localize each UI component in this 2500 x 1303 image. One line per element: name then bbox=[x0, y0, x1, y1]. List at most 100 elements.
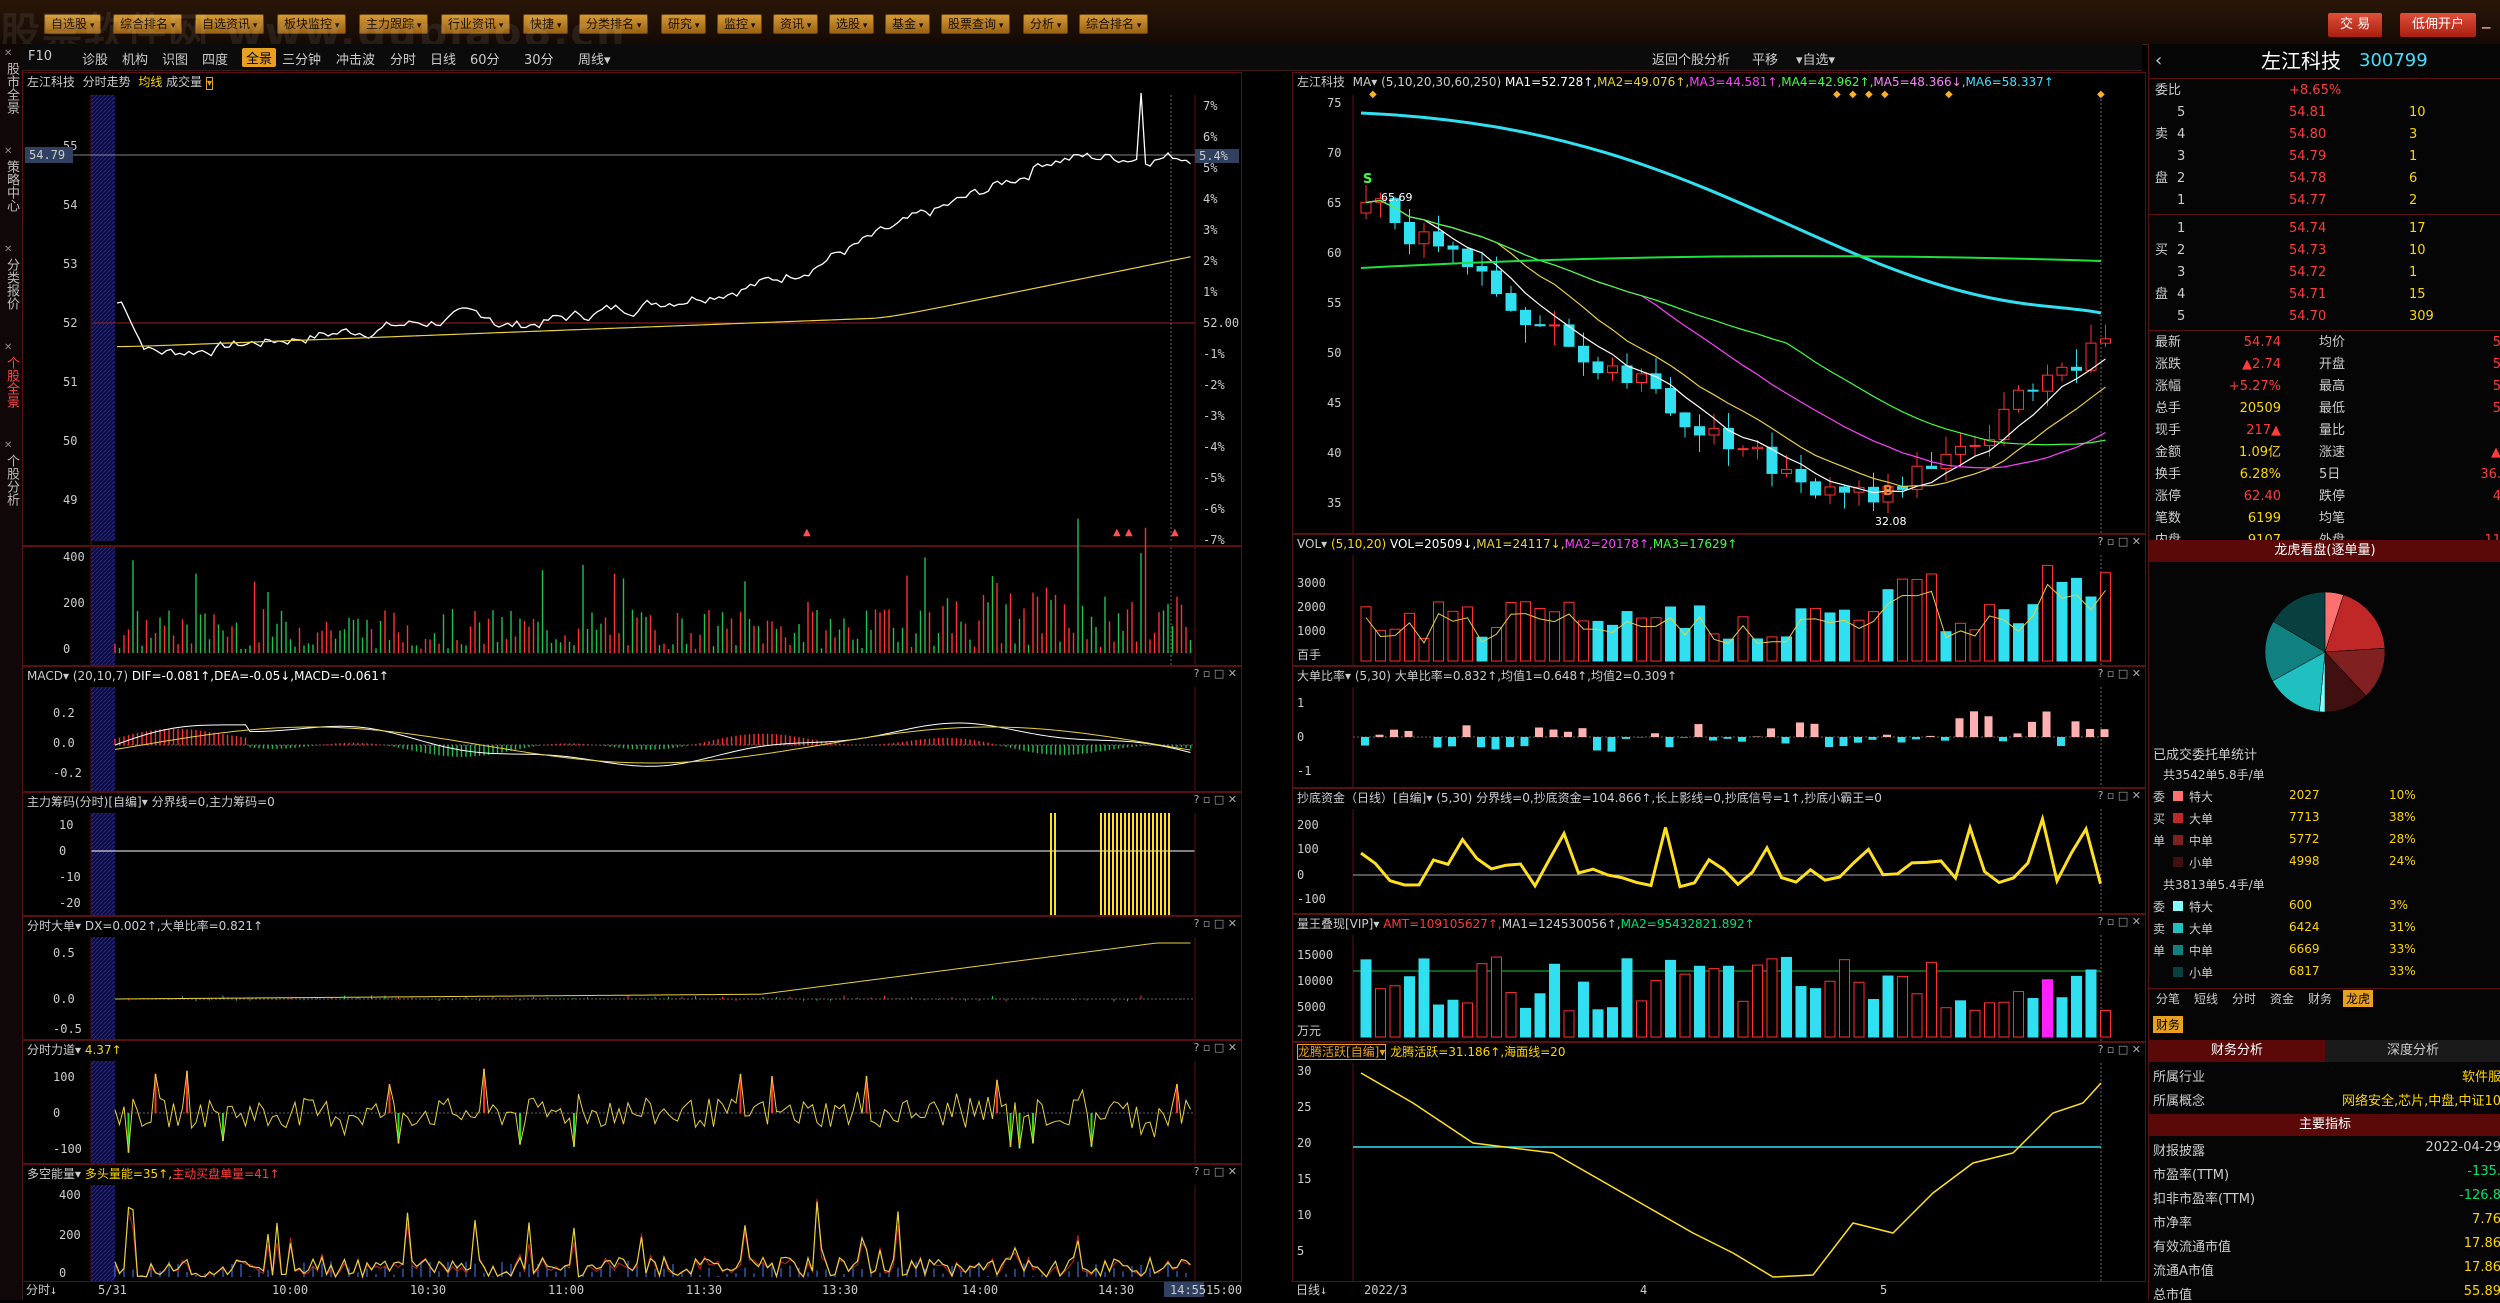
vtab-item[interactable]: 股市全景 bbox=[0, 62, 22, 114]
ratio-bar bbox=[1680, 737, 1688, 738]
vol-bar bbox=[1477, 637, 1487, 661]
ratio-bar bbox=[2028, 722, 2036, 737]
top-menu-item[interactable]: 股票查询 bbox=[941, 14, 1010, 34]
quote-row: 笔数6199均笔 bbox=[2149, 508, 2500, 530]
top-menu-item[interactable]: 分析 bbox=[1023, 14, 1068, 34]
top-menu-item[interactable]: 综合排名 bbox=[1079, 14, 1148, 34]
quote-value: 6.28% bbox=[2240, 464, 2281, 486]
lwdx-chart: 15000100005000万元 bbox=[1293, 915, 2145, 1041]
quote-row: 涨幅+5.27%最高5 bbox=[2149, 376, 2500, 398]
vtab-item[interactable]: 分类报价 bbox=[0, 258, 22, 310]
toolbar-item[interactable]: 四度 bbox=[202, 49, 228, 68]
fin-value: 2022-04-29 bbox=[2425, 1140, 2500, 1155]
ratio-bar bbox=[1593, 737, 1601, 750]
x-tick: 5/31 bbox=[98, 1283, 127, 1297]
amt-bar bbox=[1666, 960, 1676, 1037]
candle-body bbox=[1695, 427, 1705, 435]
candle-body bbox=[1970, 445, 1980, 446]
top-menu-item[interactable]: 选股 bbox=[829, 14, 874, 34]
info-tab[interactable]: 财务 bbox=[2305, 990, 2335, 1007]
fsdd-axis-tick: 0.5 bbox=[53, 946, 75, 960]
back-icon[interactable]: ‹ bbox=[2155, 50, 2162, 72]
top-menu-item[interactable]: 资讯 bbox=[773, 14, 818, 34]
quote-label: 均笔 bbox=[2319, 508, 2345, 530]
sub-tab-deep[interactable]: 深度分析 bbox=[2325, 1040, 2500, 1062]
toolbar-item[interactable]: 全景 bbox=[242, 48, 276, 67]
zlcm-panel: 主力筹码(分时)[自编]▾ 分界线=0,主力筹码=0 ? ▫ □ ✕ 100-1… bbox=[22, 792, 1242, 916]
info-tab[interactable]: 分时 bbox=[2229, 990, 2259, 1007]
x-tick: 5 bbox=[1880, 1283, 1887, 1297]
toolbar-item[interactable]: 30分 bbox=[524, 49, 554, 68]
long-energy-line bbox=[115, 1202, 1191, 1277]
toolbar-item[interactable]: 日线 bbox=[430, 49, 456, 68]
legend-swatch bbox=[2173, 945, 2183, 955]
y-left-tick: 49 bbox=[63, 493, 77, 507]
info-tab[interactable]: 资金 bbox=[2267, 990, 2297, 1007]
trade-button[interactable]: 交 易 bbox=[2328, 13, 2382, 37]
top-menu-item[interactable]: 监控 bbox=[717, 14, 762, 34]
vtab-item[interactable]: 策略中心 bbox=[0, 160, 22, 212]
finance-tab[interactable]: 财务 bbox=[2153, 1016, 2183, 1033]
legend-swatch bbox=[2173, 923, 2183, 933]
minimize-icon[interactable]: ▁ bbox=[2482, 16, 2490, 29]
candle-body bbox=[1434, 232, 1444, 246]
vol-bar bbox=[1448, 611, 1458, 661]
ratio-bar bbox=[1985, 716, 1993, 737]
cdzj-panel: 抄底资金（日线）[自编]▾ (5,30) 分界线=0,抄底资金=104.866↑… bbox=[1292, 788, 2146, 914]
toolbar-item[interactable]: F10 bbox=[28, 49, 52, 64]
top-menu-item[interactable]: 研究 bbox=[661, 14, 706, 34]
toolbar-item[interactable]: 三分钟 bbox=[282, 49, 321, 68]
vtab-item[interactable]: 个股全景 bbox=[0, 356, 22, 408]
toolbar-item[interactable]: 分时 bbox=[390, 49, 416, 68]
candle-body bbox=[1840, 487, 1850, 492]
amt-bar bbox=[1927, 962, 1937, 1037]
info-tab[interactable]: 分笔 bbox=[2153, 990, 2183, 1007]
open-account-button[interactable]: 低佣开户 bbox=[2400, 13, 2476, 37]
toolbar-item[interactable]: 机构 bbox=[122, 49, 148, 68]
toolbar-item[interactable]: 60分 bbox=[470, 49, 500, 68]
amt-bar bbox=[2043, 980, 2053, 1037]
ma20-line bbox=[1366, 201, 2106, 468]
toolbar-item[interactable]: 周线▾ bbox=[578, 49, 611, 68]
sub-tab-finance[interactable]: 财务分析 bbox=[2149, 1040, 2325, 1062]
toolbar-right-item[interactable]: 返回个股分析 bbox=[1652, 49, 1730, 68]
daily-volume-chart: 300020001000百手 bbox=[1293, 535, 2145, 665]
vtab-item[interactable]: 个股分析 bbox=[0, 454, 22, 506]
intraday-chart: 555453525150497%6%5%4%3%2%1%-1%-2%-3%-4%… bbox=[23, 73, 1241, 545]
info-tab[interactable]: 龙虎 bbox=[2343, 990, 2373, 1007]
tab-close-icon[interactable]: ✕ bbox=[4, 440, 12, 451]
dkn-axis-tick: 200 bbox=[59, 1228, 81, 1242]
vol-bar bbox=[1419, 638, 1429, 661]
y-tick: 10 bbox=[1297, 1208, 1311, 1222]
daily-volume-panel: VOL▾ (5,10,20) VOL=20509↓,MA1=24117↓,MA2… bbox=[1292, 534, 2146, 666]
ratio-bar bbox=[2057, 737, 2065, 746]
vol-axis-tick: 0 bbox=[63, 642, 70, 656]
sell-row-cell: 卖 bbox=[2155, 124, 2168, 146]
candle-body bbox=[1521, 310, 1531, 324]
tab-close-icon[interactable]: ✕ bbox=[4, 146, 12, 157]
fin-value: -126.8 bbox=[2459, 1188, 2500, 1203]
order-pie-chart bbox=[2149, 562, 2500, 742]
y-right-tick: 7% bbox=[1203, 99, 1218, 113]
tab-close-icon[interactable]: ✕ bbox=[4, 342, 12, 353]
candle-body bbox=[1637, 374, 1647, 383]
info-tab[interactable]: 短线 bbox=[2191, 990, 2221, 1007]
tab-close-icon[interactable]: ✕ bbox=[4, 244, 12, 255]
candle-body bbox=[1869, 487, 1879, 502]
amt-bar bbox=[1840, 960, 1850, 1037]
toolbar-item[interactable]: 识图 bbox=[162, 49, 188, 68]
toolbar-item[interactable]: 诊股 bbox=[82, 49, 108, 68]
y-right-tick: 6% bbox=[1203, 130, 1218, 144]
toolbar-right-item[interactable]: ▾自选▾ bbox=[1796, 49, 1835, 68]
legend-swatch bbox=[2173, 901, 2183, 911]
y-right-tick: 2% bbox=[1203, 254, 1218, 268]
toolbar-item[interactable]: 冲击波 bbox=[336, 49, 375, 68]
side-label: 买 bbox=[2153, 810, 2165, 827]
vol-bar bbox=[1521, 602, 1531, 661]
event-marker: ◆ bbox=[1849, 89, 1857, 100]
top-menu-item[interactable]: 基金 bbox=[885, 14, 930, 34]
kline-y-tick: 50 bbox=[1327, 346, 1341, 360]
quote-value: 5 bbox=[2493, 376, 2500, 398]
tab-close-icon[interactable]: ✕ bbox=[4, 48, 12, 59]
toolbar-right-item[interactable]: 平移 bbox=[1752, 49, 1778, 68]
